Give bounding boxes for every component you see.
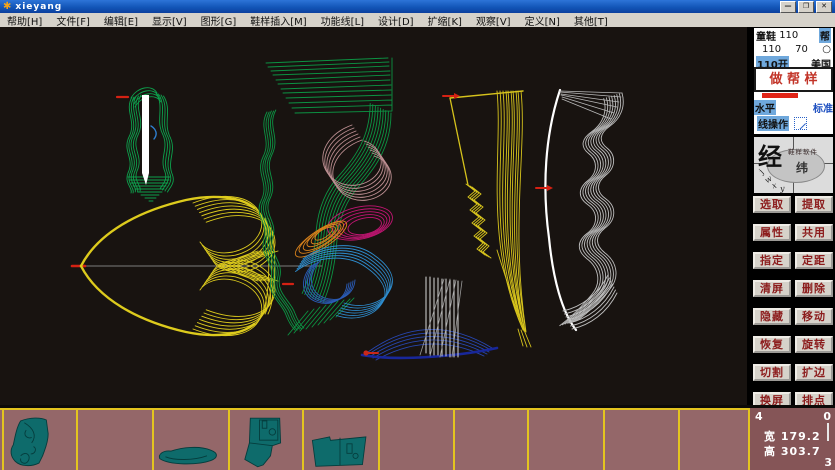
menu-graphics[interactable]: 图形[G] (194, 13, 244, 28)
horizontal-toggle[interactable]: 水平 (754, 100, 776, 115)
spec-row-1: 童鞋 110 帮 (754, 28, 833, 42)
pattern-small-boot[interactable] (117, 88, 173, 201)
tool-button-grid: 选取 提取 属性 共用 指定 定距 清屏 删除 隐藏 移动 恢复 旋转 切割 扩… (753, 196, 833, 409)
part-thumbnail-2[interactable] (156, 436, 224, 470)
menu-design[interactable]: 设计[D] (371, 13, 421, 28)
count-left: 4 (755, 410, 763, 423)
btn-share[interactable]: 共用 (795, 224, 833, 241)
width-value: 70 (795, 44, 808, 55)
circle-indicator[interactable]: ○ (822, 44, 831, 55)
pattern-canvas[interactable] (0, 27, 747, 405)
part-thumbnail-1[interactable] (6, 414, 72, 470)
btn-hide[interactable]: 隐藏 (753, 308, 791, 325)
menu-edit[interactable]: 编辑[E] (97, 13, 145, 28)
btn-cut[interactable]: 切割 (753, 364, 791, 381)
menu-other[interactable]: 其他[T] (567, 13, 615, 28)
pattern-green-boot[interactable] (259, 58, 396, 335)
menu-function-line[interactable]: 功能线[L] (314, 13, 371, 28)
app-window: ✱ xieyang — ❐ ✕ 帮助[H] 文件[F] 编辑[E] 显示[V] … (0, 0, 835, 470)
width-dim-label: 宽 (764, 430, 776, 443)
spec-panel: 童鞋 110 帮 110 70 ○ 110开 美国 做 帮 样 水平 标准 线操… (754, 28, 833, 134)
part-thumbnail-4[interactable] (306, 430, 374, 468)
mode-row: 水平 标准 (754, 100, 833, 115)
line-op-toggle[interactable]: 线操作 (757, 116, 789, 131)
menu-help[interactable]: 帮助[H] (0, 13, 49, 28)
logo-main-char: 经 (758, 137, 782, 172)
part-badge[interactable]: 帮 (819, 28, 831, 43)
btn-clear-screen[interactable]: 清屏 (753, 280, 791, 297)
red-indicator-bar (762, 93, 798, 98)
brand-logo: 经 鞋样软件 纬 j w x y (754, 137, 833, 193)
btn-extract[interactable]: 提取 (795, 196, 833, 213)
logo-small-text: 鞋样软件 (788, 146, 818, 156)
pattern-yellow-quarter[interactable] (443, 91, 531, 347)
menu-insert-pattern[interactable]: 鞋样插入[M] (243, 13, 313, 28)
menu-file[interactable]: 文件[F] (49, 13, 97, 28)
page-indicator: 3 (824, 456, 832, 469)
line-op-icon[interactable] (794, 117, 807, 130)
btn-attributes[interactable]: 属性 (753, 224, 791, 241)
standard-toggle[interactable]: 标准 (813, 100, 833, 115)
pattern-yellow-wing[interactable] (72, 196, 322, 335)
restore-icon[interactable]: ❐ (798, 1, 814, 13)
btn-restore[interactable]: 恢复 (753, 336, 791, 353)
window-title: xieyang (15, 2, 62, 12)
menu-grading[interactable]: 扩缩[K] (421, 13, 469, 28)
btn-fixed-distance[interactable]: 定距 (795, 252, 833, 269)
width-dim-value: 179.2 (781, 430, 821, 443)
btn-delete[interactable]: 删除 (795, 280, 833, 297)
make-upper-button[interactable]: 做 帮 样 (754, 67, 833, 92)
menu-view[interactable]: 显示[V] (145, 13, 194, 28)
title-bar: ✱ xieyang — ❐ ✕ (0, 0, 835, 13)
height-dim-value: 303.7 (781, 445, 821, 458)
btn-assign[interactable]: 指定 (753, 252, 791, 269)
spec-row-2: 110 70 ○ (754, 42, 833, 56)
dimension-panel: 4 0 宽 179.2 高 303.7 3 (748, 408, 835, 470)
minimize-icon[interactable]: — (780, 1, 796, 13)
part-thumbnail-3[interactable] (232, 414, 298, 470)
menu-observe[interactable]: 观察[V] (469, 13, 518, 28)
btn-select[interactable]: 选取 (753, 196, 791, 213)
count-right: 0 (823, 410, 831, 423)
app-icon: ✱ (3, 2, 11, 12)
menu-bar: 帮助[H] 文件[F] 编辑[E] 显示[V] 图形[G] 鞋样插入[M] 功能… (0, 13, 835, 28)
btn-move[interactable]: 移动 (795, 308, 833, 325)
pattern-blue-sole[interactable] (362, 277, 497, 360)
pattern-white-back[interactable] (536, 90, 623, 330)
close-icon[interactable]: ✕ (816, 1, 832, 13)
height-dim-label: 高 (764, 445, 776, 458)
length-value: 110 (762, 44, 781, 55)
shoe-size: 110 (779, 30, 798, 41)
line-op-row: 线操作 (757, 116, 833, 131)
menu-define[interactable]: 定义[N] (518, 13, 567, 28)
shoe-type: 童鞋 (756, 28, 776, 43)
logo-sub-char: 纬 (796, 159, 808, 176)
btn-rotate[interactable]: 旋转 (795, 336, 833, 353)
btn-expand-edge[interactable]: 扩边 (795, 364, 833, 381)
white-bar (142, 95, 149, 185)
scroll-indicator[interactable] (827, 423, 829, 441)
sidebar: 童鞋 110 帮 110 70 ○ 110开 美国 做 帮 样 水平 标准 线操… (747, 27, 835, 405)
parts-strip: 4 0 宽 179.2 高 303.7 3 (0, 405, 835, 470)
